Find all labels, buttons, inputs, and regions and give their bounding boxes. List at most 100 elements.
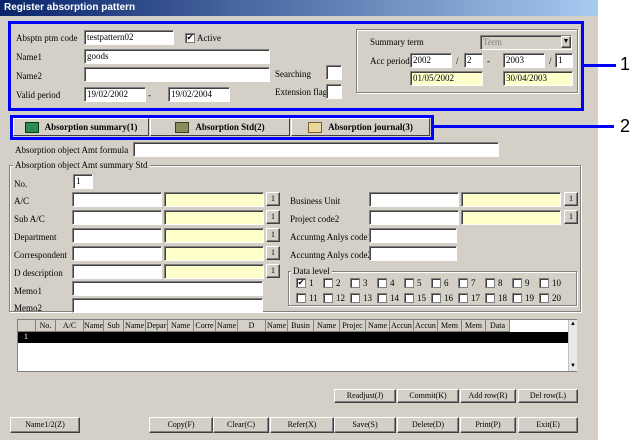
- refer-button[interactable]: Refer(X): [270, 417, 334, 433]
- project-code2-input[interactable]: [369, 210, 459, 225]
- data-level-label-item: 15: [417, 293, 426, 303]
- data-level-label-item: 6: [444, 278, 449, 288]
- del-row-button[interactable]: Del row(L): [518, 389, 578, 403]
- data-level-checkbox[interactable]: [539, 278, 549, 288]
- data-level-label-item: 14: [390, 293, 399, 303]
- data-level-checkbox[interactable]: [404, 278, 414, 288]
- callout-line-2: [434, 125, 614, 128]
- grid-column-header[interactable]: D: [238, 320, 266, 332]
- no-input[interactable]: 1: [73, 174, 93, 189]
- department-lookup-button[interactable]: 1: [266, 228, 280, 242]
- grid-column-header[interactable]: Name: [366, 320, 390, 332]
- memo2-input[interactable]: [72, 298, 263, 313]
- data-level-checkbox[interactable]: [323, 278, 333, 288]
- data-level-checkbox[interactable]: [404, 293, 414, 303]
- department-code-input[interactable]: [72, 228, 162, 243]
- project-code2-name-field: [461, 210, 561, 225]
- data-level-checkbox[interactable]: [512, 278, 522, 288]
- data-level-label: Data level: [291, 266, 332, 276]
- exit-button[interactable]: Exit(E): [518, 417, 578, 433]
- data-level-checkbox[interactable]: [296, 293, 306, 303]
- data-level-checkbox[interactable]: [377, 278, 387, 288]
- business-unit-name-field: [461, 192, 561, 207]
- data-level-checkbox[interactable]: [431, 293, 441, 303]
- print-button[interactable]: Print(P): [460, 417, 516, 433]
- copy-button[interactable]: Copy(F): [149, 417, 213, 433]
- detail-grid[interactable]: No. A/C Name Sub Name Depar Name Corre Name D Name…: [17, 319, 577, 372]
- correspondent-name-field: [164, 246, 264, 261]
- data-level-checkbox[interactable]: [323, 293, 333, 303]
- grid-column-header[interactable]: A/C: [56, 320, 84, 332]
- analysis-code1-input[interactable]: [369, 228, 457, 243]
- sub-ac-lookup-button[interactable]: 1: [266, 210, 280, 224]
- save-button[interactable]: Save(S): [334, 417, 396, 433]
- grid-column-header[interactable]: Accun: [414, 320, 438, 332]
- grid-column-header[interactable]: Name: [216, 320, 238, 332]
- readjust-button[interactable]: Readjust(J): [334, 389, 396, 403]
- grid-column-header[interactable]: Accun: [390, 320, 414, 332]
- grid-column-header[interactable]: No.: [36, 320, 56, 332]
- data-level-checkbox[interactable]: [485, 278, 495, 288]
- data-level-label-item: 4: [390, 278, 395, 288]
- grid-column-header[interactable]: Data: [486, 320, 510, 332]
- correspondent-lookup-button[interactable]: 1: [266, 246, 280, 260]
- grid-column-header[interactable]: Name: [84, 320, 104, 332]
- correspondent-code-input[interactable]: [72, 246, 162, 261]
- ac-code-input[interactable]: [72, 192, 162, 207]
- d-description-code-input[interactable]: [72, 264, 162, 279]
- add-row-button[interactable]: Add row(R): [460, 389, 516, 403]
- business-unit-lookup-button[interactable]: 1: [564, 192, 578, 206]
- grid-column-header[interactable]: Projec: [340, 320, 366, 332]
- name12-button[interactable]: Name1/2(Z): [10, 417, 80, 433]
- clear-button[interactable]: Clear(C): [213, 417, 269, 433]
- grid-column-header[interactable]: Busin: [288, 320, 314, 332]
- data-level-checkbox[interactable]: [431, 278, 441, 288]
- analysis-code2-label: Accuntng Anlys code2: [290, 250, 372, 260]
- data-level-checkbox[interactable]: [512, 293, 522, 303]
- analysis-code1-label: Accuntng Anlys code1: [290, 232, 372, 242]
- data-level-checkbox[interactable]: ✔: [296, 278, 306, 288]
- scroll-down-icon[interactable]: ▼: [569, 362, 577, 370]
- grid-column-header[interactable]: Mem: [462, 320, 486, 332]
- ac-lookup-button[interactable]: 1: [266, 192, 280, 206]
- commit-button[interactable]: Commit(K): [397, 389, 459, 403]
- grid-column-header[interactable]: Mem: [438, 320, 462, 332]
- data-level-checkbox[interactable]: [458, 278, 468, 288]
- data-level-checkbox[interactable]: [377, 293, 387, 303]
- grid-column-header[interactable]: Name: [266, 320, 288, 332]
- data-level-label-item: 10: [552, 278, 561, 288]
- grid-column-header[interactable]: Name: [124, 320, 146, 332]
- grid-column-header[interactable]: Name: [314, 320, 340, 332]
- formula-label: Absorption object Amt formula: [15, 145, 129, 155]
- d-description-lookup-button[interactable]: 1: [266, 264, 280, 278]
- sub-ac-label: Sub A/C: [14, 214, 45, 224]
- scroll-up-icon[interactable]: ▲: [569, 320, 577, 328]
- d-description-label: D description: [14, 268, 63, 278]
- delete-button[interactable]: Delete(D): [397, 417, 459, 433]
- analysis-code2-input[interactable]: [369, 246, 457, 261]
- data-level-label-item: 5: [417, 278, 422, 288]
- grid-column-header[interactable]: Name: [168, 320, 194, 332]
- data-level-label-item: 12: [336, 293, 345, 303]
- callout-number-2: 2: [620, 116, 631, 136]
- memo1-input[interactable]: [72, 281, 263, 296]
- grid-scrollbar[interactable]: ▲ ▼: [568, 320, 577, 371]
- data-level-checkbox[interactable]: [350, 293, 360, 303]
- grid-column-header[interactable]: Depar: [146, 320, 168, 332]
- grid-column-header[interactable]: Sub: [104, 320, 124, 332]
- business-unit-code-input[interactable]: [369, 192, 459, 207]
- data-level-checkbox[interactable]: [458, 293, 468, 303]
- data-level-label-item: 2: [336, 278, 341, 288]
- data-level-label-item: 8: [498, 278, 503, 288]
- data-level-checkbox[interactable]: [539, 293, 549, 303]
- table-row[interactable]: 1: [18, 332, 568, 343]
- sub-ac-code-input[interactable]: [72, 210, 162, 225]
- grid-column-header[interactable]: Corre: [194, 320, 216, 332]
- data-level-checkbox[interactable]: [485, 293, 495, 303]
- formula-input[interactable]: [133, 142, 499, 157]
- callout-line-1: [584, 64, 616, 67]
- project-code2-lookup-button[interactable]: 1: [564, 210, 578, 224]
- data-level-label-item: 7: [471, 278, 476, 288]
- data-level-label-item: 16: [444, 293, 453, 303]
- data-level-checkbox[interactable]: [350, 278, 360, 288]
